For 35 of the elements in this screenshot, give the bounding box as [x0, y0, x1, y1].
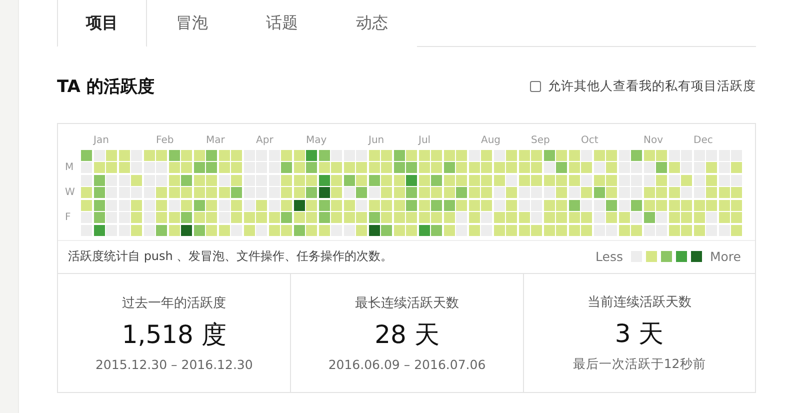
- legend-swatch: [676, 251, 687, 262]
- month-label: Nov: [644, 134, 664, 148]
- day-label: M: [65, 162, 75, 173]
- stat-label: 过去一年的活跃度: [122, 294, 226, 312]
- month-label: Jul: [418, 134, 431, 148]
- stat-detail: 最后一次活跃于12秒前: [572, 356, 706, 372]
- month-label: Oct: [581, 134, 598, 148]
- month-label: Mar: [206, 134, 225, 148]
- stat-detail: 2015.12.30 – 2016.12.30: [95, 356, 253, 372]
- stat-value: 3 天: [614, 318, 664, 350]
- day-label: W: [65, 187, 76, 198]
- month-label: Jan: [94, 134, 109, 148]
- checkbox[interactable]: [530, 80, 541, 92]
- month-label: Apr: [256, 134, 274, 148]
- caption: 活跃度统计自 push 、发冒泡、文件操作、任务操作的次数。: [68, 248, 393, 265]
- section-title: TA 的活跃度: [57, 76, 154, 98]
- legend-swatch: [661, 251, 672, 262]
- tab[interactable]: 项目: [57, 0, 147, 47]
- month-label: Jun: [368, 134, 384, 148]
- stat-detail: 2016.06.09 – 2016.07.06: [328, 356, 486, 372]
- stat-label: 当前连续活跃天数: [587, 294, 692, 310]
- month-label: Feb: [156, 134, 174, 148]
- checkbox-label: 允许其他人查看我的私有项目活跃度: [548, 78, 756, 94]
- day-label: F: [65, 212, 72, 223]
- stat-value: 1,518 度: [122, 318, 226, 350]
- legend-swatch: [646, 251, 657, 262]
- month-label: May: [306, 134, 327, 148]
- month-label: Sep: [531, 134, 550, 148]
- legend-more: More: [710, 249, 741, 264]
- stat-value: 28 天: [374, 318, 440, 350]
- stat-label: 最长连续活跃天数: [354, 294, 459, 312]
- month-label: Dec: [694, 134, 713, 148]
- legend-less: Less: [596, 249, 623, 264]
- legend-swatch: [691, 251, 702, 262]
- month-label: Aug: [481, 134, 501, 148]
